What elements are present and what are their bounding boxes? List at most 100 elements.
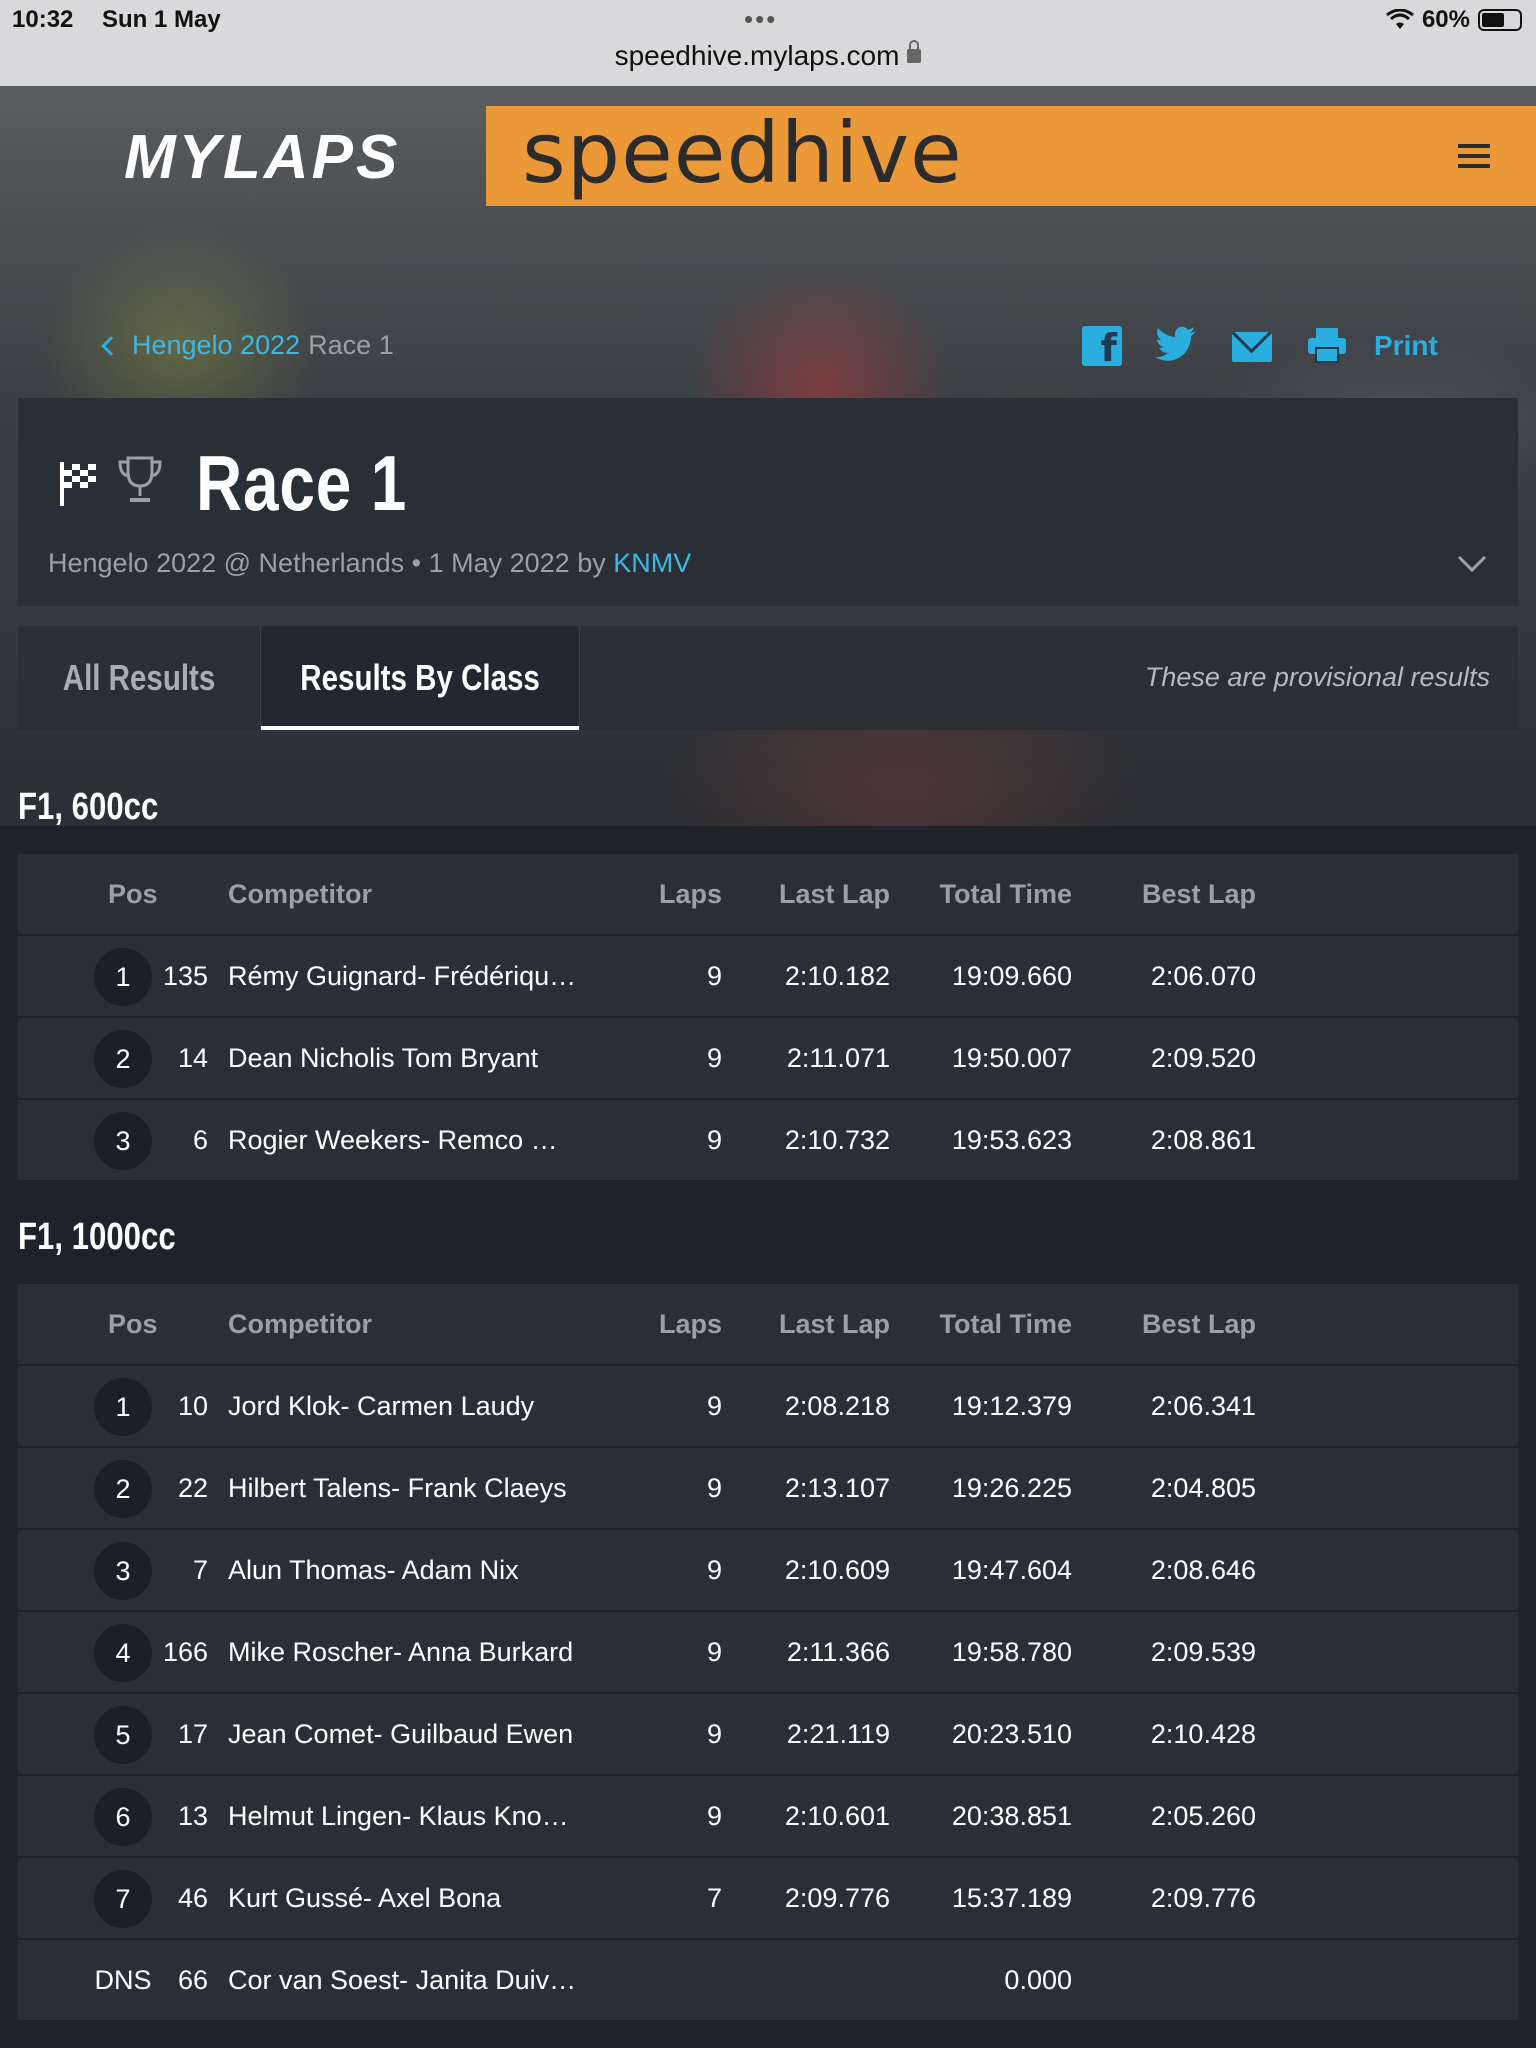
best-lap-value: 2:09.776 — [1150, 1883, 1256, 1913]
best-lap-value: 2:09.539 — [1150, 1637, 1256, 1667]
laps-value: 7 — [706, 1883, 722, 1913]
wifi-icon — [1386, 9, 1414, 29]
position-badge: 3 — [94, 1542, 152, 1600]
start-number: 135 — [162, 961, 208, 991]
tab-all-results-label: All Results — [62, 657, 216, 698]
last-lap-value: 2:10.732 — [784, 1125, 890, 1155]
total-time-value: 19:09.660 — [951, 961, 1072, 991]
competitor-name[interactable]: Alun Thomas- Adam Nix — [228, 1530, 608, 1610]
back-chevron-icon[interactable] — [101, 335, 121, 356]
twitter-icon[interactable] — [1154, 326, 1198, 364]
competitor-name[interactable]: Helmut Lingen- Klaus Kno… — [228, 1776, 608, 1856]
last-lap-value: 2:11.071 — [786, 1043, 890, 1073]
total-time-value: 15:37.189 — [951, 1883, 1072, 1913]
table-row[interactable]: 7 46 Kurt Gussé- Axel Bona 7 2:09.776 15:37.1… — [18, 1858, 1518, 1940]
tab-results-by-class[interactable]: Results By Class — [260, 626, 580, 730]
status-right: 60% — [1386, 6, 1522, 34]
table-row[interactable]: 5 17 Jean Comet- Guilbaud Ewen 9 2:21.119 20:… — [18, 1694, 1518, 1776]
laps-value: 9 — [706, 1637, 722, 1667]
position-badge: 2 — [94, 1030, 152, 1088]
total-time-value: 20:38.851 — [951, 1801, 1072, 1831]
table-row[interactable]: 4 166 Mike Roscher- Anna Burkard 9 2:11.366 1… — [18, 1612, 1518, 1694]
col-competitor[interactable]: Competitor — [228, 854, 608, 934]
table-row[interactable]: 6 13 Helmut Lingen- Klaus Kno… 9 2:10.601 20:… — [18, 1776, 1518, 1858]
col-laps[interactable]: Laps — [618, 854, 722, 934]
col-total-time[interactable]: Total Time — [908, 1284, 1072, 1364]
more-dots-icon[interactable]: ••• — [744, 4, 777, 35]
competitor-name[interactable]: Rogier Weekers- Remco … — [228, 1100, 608, 1180]
laps-value: 9 — [706, 1125, 722, 1155]
status-date: Sun 1 May — [102, 6, 221, 33]
mail-icon[interactable] — [1232, 332, 1272, 362]
table-row[interactable]: DNS 66 Cor van Soest- Janita Duiv… 0.000 — [18, 1940, 1518, 2022]
expand-chevron-icon[interactable] — [1457, 543, 1487, 573]
class-title-label: F1, 600cc — [18, 786, 159, 828]
table-row[interactable]: 2 22 Hilbert Talens- Frank Claeys 9 2:13.107… — [18, 1448, 1518, 1530]
results-table: Pos Competitor Laps Last Lap Total Time … — [18, 1284, 1518, 2022]
race-header-card: Race 1 Hengelo 2022 @ Netherlands • 1 Ma… — [18, 398, 1518, 606]
tab-results-by-class-label: Results By Class — [300, 657, 540, 698]
competitor-name[interactable]: Jean Comet- Guilbaud Ewen — [228, 1694, 608, 1774]
menu-icon[interactable] — [1458, 144, 1490, 168]
best-lap-value: 2:08.646 — [1150, 1555, 1256, 1585]
best-lap-value — [1088, 1940, 1256, 2020]
laps-value: 9 — [706, 1719, 722, 1749]
last-lap-value: 2:08.218 — [784, 1391, 890, 1421]
position-badge: 4 — [94, 1624, 152, 1682]
col-last-lap[interactable]: Last Lap — [748, 854, 890, 934]
col-pos[interactable]: Pos — [94, 1284, 174, 1364]
status-bar: 10:32 Sun 1 May ••• 60% speedhive.mylaps… — [0, 0, 1536, 86]
start-number: 6 — [192, 1125, 208, 1155]
competitor-name[interactable]: Hilbert Talens- Frank Claeys — [228, 1448, 608, 1528]
table-row[interactable]: 1 10 Jord Klok- Carmen Laudy 9 2:08.218 19:12… — [18, 1366, 1518, 1448]
start-number: 22 — [177, 1473, 208, 1503]
status-time: 10:32 — [12, 6, 74, 33]
position-badge: 1 — [94, 1378, 152, 1436]
position-badge: 1 — [94, 948, 152, 1006]
competitor-name[interactable]: Dean Nicholis Tom Bryant — [228, 1018, 608, 1098]
competitor-name[interactable]: Rémy Guignard- Frédériqu… — [228, 936, 608, 1016]
mylaps-logo[interactable]: MYLAPS — [124, 122, 400, 193]
print-link[interactable]: Print — [1374, 330, 1438, 362]
start-number: 166 — [162, 1637, 208, 1667]
speedhive-logo[interactable]: speedhive — [522, 104, 963, 202]
col-last-lap[interactable]: Last Lap — [748, 1284, 890, 1364]
best-lap-value: 2:04.805 — [1150, 1473, 1256, 1503]
last-lap-value: 2:09.776 — [784, 1883, 890, 1913]
organizer-link[interactable]: KNMV — [613, 548, 691, 578]
total-time-value: 19:47.604 — [951, 1555, 1072, 1585]
start-number: 10 — [177, 1391, 208, 1421]
table-row[interactable]: 1 135 Rémy Guignard- Frédériqu… 9 2:10.182 19… — [18, 936, 1518, 1018]
class-title: F1, 600cc — [18, 786, 189, 829]
competitor-name[interactable]: Mike Roscher- Anna Burkard — [228, 1612, 608, 1692]
laps-value: 9 — [706, 1555, 722, 1585]
laps-value: 9 — [706, 1391, 722, 1421]
competitor-name[interactable]: Jord Klok- Carmen Laudy — [228, 1366, 608, 1446]
results-table: Pos Competitor Laps Last Lap Total Time … — [18, 854, 1518, 1182]
col-competitor[interactable]: Competitor — [228, 1284, 608, 1364]
facebook-icon[interactable] — [1082, 326, 1122, 370]
competitor-name[interactable]: Kurt Gussé- Axel Bona — [228, 1858, 608, 1938]
competitor-name[interactable]: Cor van Soest- Janita Duiv… — [228, 1940, 608, 2020]
table-row[interactable]: 3 7 Alun Thomas- Adam Nix 9 2:10.609 19:47.60… — [18, 1530, 1518, 1612]
print-icon[interactable] — [1306, 326, 1348, 364]
breadcrumb-parent-link[interactable]: Hengelo 2022 — [132, 330, 300, 361]
position-badge: 2 — [94, 1460, 152, 1518]
total-time-value: 19:53.623 — [951, 1125, 1072, 1155]
race-event-info: Hengelo 2022 @ Netherlands • 1 May 2022 … — [48, 548, 614, 578]
table-row[interactable]: 3 6 Rogier Weekers- Remco … 9 2:10.732 19:53.… — [18, 1100, 1518, 1182]
position-badge: 5 — [94, 1706, 152, 1764]
laps-value: 9 — [706, 1473, 722, 1503]
col-pos[interactable]: Pos — [94, 854, 174, 934]
col-best-lap[interactable]: Best Lap — [1088, 1284, 1256, 1364]
url-bar[interactable]: speedhive.mylaps.com — [0, 40, 1536, 72]
speedhive-banner: speedhive — [486, 104, 1536, 206]
total-time-value: 19:50.007 — [951, 1043, 1072, 1073]
col-laps[interactable]: Laps — [618, 1284, 722, 1364]
col-best-lap[interactable]: Best Lap — [1088, 854, 1256, 934]
col-total-time[interactable]: Total Time — [908, 854, 1072, 934]
tab-all-results[interactable]: All Results — [18, 626, 260, 730]
battery-fill — [1482, 13, 1504, 27]
trophy-icon — [118, 456, 162, 502]
table-row[interactable]: 2 14 Dean Nicholis Tom Bryant 9 2:11.071 19:5… — [18, 1018, 1518, 1100]
